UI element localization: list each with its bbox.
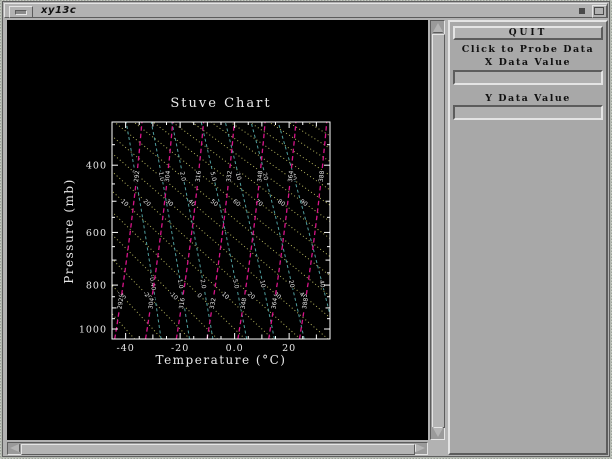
control-panel: QUIT Click to Probe Data X Data Value Y … <box>448 20 608 455</box>
iconify-button[interactable] <box>9 6 33 18</box>
y-data-value-field[interactable] <box>453 105 603 120</box>
scroll-left-icon[interactable] <box>10 444 19 452</box>
svg-text:332: 332 <box>225 170 233 182</box>
iconify-dash-icon <box>15 10 27 15</box>
vertical-scrollbar-thumb[interactable] <box>432 34 445 428</box>
plot-canvas[interactable]: Stuve Chart Pressure (mb) Temperature (°… <box>7 20 428 440</box>
svg-text:316: 316 <box>178 297 187 310</box>
svg-text:292: 292 <box>116 297 125 310</box>
svg-text:20: 20 <box>287 279 296 288</box>
svg-text:304: 304 <box>164 170 172 182</box>
svg-text:2.0: 2.0 <box>178 171 187 182</box>
scroll-down-icon[interactable] <box>433 428 443 437</box>
window-title: xy13c <box>41 5 76 16</box>
scroll-right-icon[interactable] <box>416 444 425 452</box>
svg-text:304: 304 <box>147 297 156 310</box>
svg-text:70: 70 <box>254 198 264 208</box>
svg-text:1.0: 1.0 <box>176 279 185 290</box>
svg-text:10: 10 <box>258 279 266 288</box>
desktop: { "titlebar": { "title": "xy13c" }, "pan… <box>0 0 612 459</box>
svg-text:20: 20 <box>142 198 152 208</box>
svg-text:0.0: 0.0 <box>226 343 244 354</box>
svg-text:-10: -10 <box>167 290 179 302</box>
titlebar-dot-icon[interactable] <box>579 8 585 14</box>
maximize-box-icon <box>594 7 604 15</box>
svg-text:5.0: 5.0 <box>209 171 218 182</box>
svg-text:10: 10 <box>119 198 129 208</box>
x-data-value-field[interactable] <box>453 70 603 85</box>
app-window: xy13c Stuve Chart Pressure (mb) Temperat… <box>3 2 609 456</box>
svg-text:60: 60 <box>231 198 241 208</box>
svg-text:20: 20 <box>282 343 296 354</box>
svg-text:800: 800 <box>86 281 107 292</box>
horizontal-scrollbar-thumb[interactable] <box>21 444 415 455</box>
y-data-value-label: Y Data Value <box>450 93 606 104</box>
vertical-scrollbar[interactable] <box>430 20 445 440</box>
horizontal-scrollbar[interactable] <box>7 442 428 455</box>
svg-text:292: 292 <box>133 170 141 182</box>
svg-text:1000: 1000 <box>79 325 107 336</box>
svg-text:0.40: 0.40 <box>148 277 157 291</box>
svg-text:348: 348 <box>256 170 264 182</box>
stuve-chart-plot[interactable]: -30-20-100101020203030404050607080900.40… <box>7 20 428 440</box>
svg-text:-20: -20 <box>171 343 189 354</box>
svg-text:50: 50 <box>209 198 219 208</box>
svg-text:-40: -40 <box>116 343 134 354</box>
svg-text:600: 600 <box>86 228 107 239</box>
quit-button[interactable]: QUIT <box>453 26 603 40</box>
scroll-up-icon[interactable] <box>433 23 443 32</box>
svg-text:2.0: 2.0 <box>199 279 208 290</box>
svg-text:0: 0 <box>195 292 203 300</box>
svg-text:332: 332 <box>209 297 218 310</box>
maximize-button[interactable] <box>592 5 607 18</box>
svg-text:90: 90 <box>299 198 309 208</box>
svg-text:388: 388 <box>301 297 310 310</box>
titlebar[interactable]: xy13c <box>4 3 608 18</box>
svg-text:10: 10 <box>234 172 243 181</box>
svg-text:348: 348 <box>240 297 249 310</box>
svg-text:5.0: 5.0 <box>231 279 240 290</box>
svg-text:388: 388 <box>318 170 326 182</box>
svg-text:364: 364 <box>287 170 295 182</box>
probe-instruction-label: Click to Probe Data <box>450 44 606 55</box>
svg-text:364: 364 <box>270 297 279 310</box>
svg-text:400: 400 <box>86 161 107 172</box>
svg-text:316: 316 <box>195 170 203 182</box>
svg-text:40: 40 <box>317 279 326 288</box>
x-data-value-label: X Data Value <box>450 57 606 68</box>
